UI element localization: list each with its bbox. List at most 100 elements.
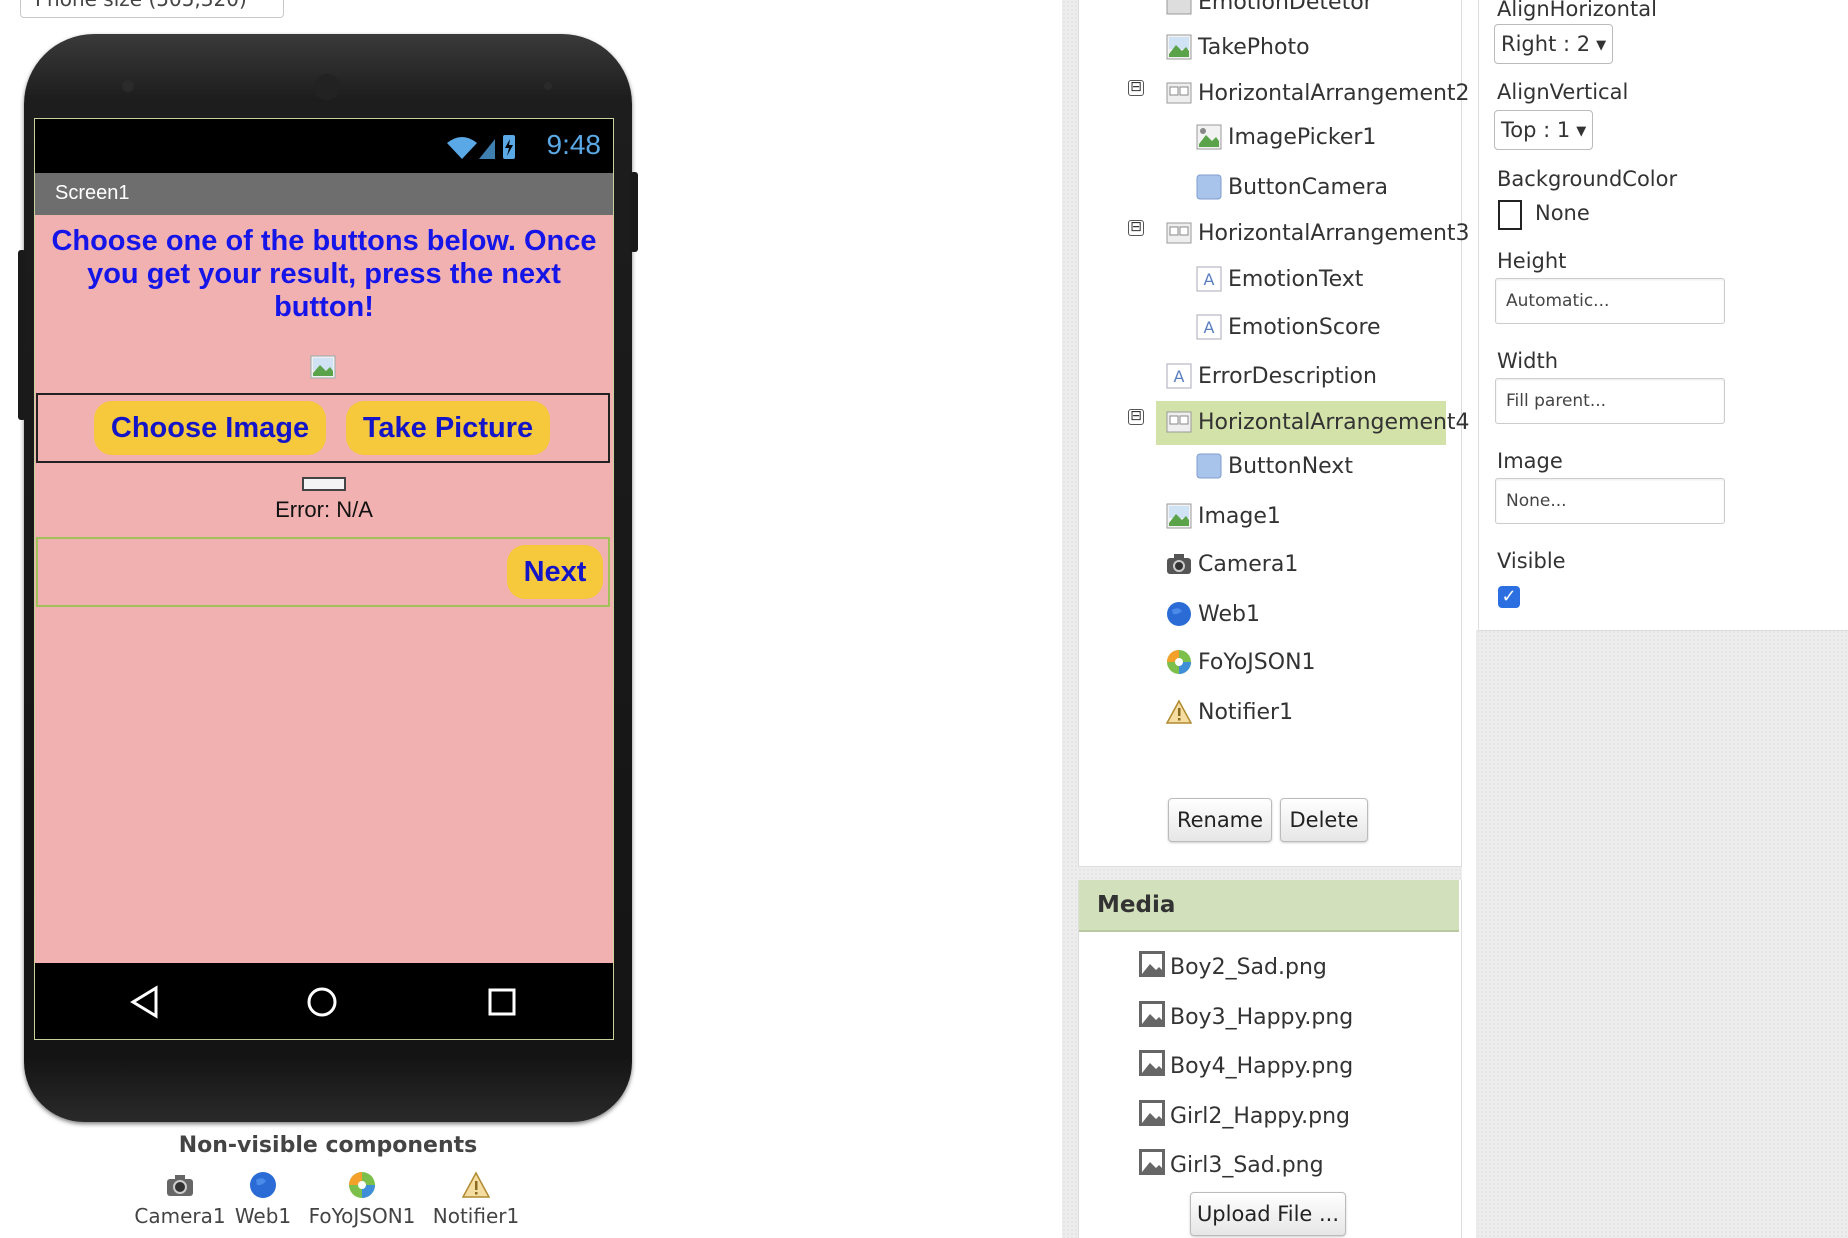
tree-item-buttoncamera[interactable]: ButtonCamera [1196, 171, 1388, 205]
chevron-down-icon: ▼ [1576, 124, 1587, 139]
back-icon[interactable] [129, 985, 161, 1019]
media-header: Media [1079, 880, 1459, 932]
globe-icon [1167, 602, 1191, 626]
choose-image-button[interactable]: Choose Image [94, 401, 326, 455]
picture-file-icon [1139, 1050, 1165, 1076]
camera-icon [1167, 554, 1191, 574]
color-swatch[interactable] [1498, 200, 1522, 230]
label-icon: A [1196, 266, 1222, 292]
app-canvas: Choose one of the buttons below. Once yo… [35, 215, 613, 963]
home-icon[interactable] [305, 985, 339, 1019]
svg-text:A: A [1204, 270, 1215, 289]
media-file-name: Girl3_Sad.png [1170, 1153, 1324, 1178]
media-file-item[interactable]: Boy2_Sad.png [1138, 950, 1327, 980]
tree-item-label: ImagePicker1 [1228, 125, 1377, 150]
extension-icon [1167, 650, 1191, 674]
collapse-toggle-ha4[interactable]: ⊟ [1128, 409, 1144, 425]
tree-item-horizontalarrangement2[interactable]: HorizontalArrangement2 [1166, 77, 1470, 111]
extension-icon [349, 1172, 375, 1198]
height-label: Height [1497, 249, 1567, 273]
panel-gutter-right [1476, 630, 1848, 1238]
width-label: Width [1497, 349, 1559, 373]
tree-item-imagepicker1[interactable]: ImagePicker1 [1196, 121, 1376, 155]
tree-item-label: ButtonCamera [1228, 175, 1389, 200]
media-file-item[interactable]: Boy4_Happy.png [1138, 1049, 1353, 1079]
device-size-select[interactable]: Phone size (505,320) [20, 0, 284, 18]
tree-item-label: HorizontalArrangement4 [1198, 410, 1470, 435]
collapse-toggle-ha2[interactable]: ⊟ [1128, 80, 1144, 96]
media-file-item[interactable]: Girl3_Sad.png [1138, 1148, 1324, 1178]
tree-item-emotionscore[interactable]: A EmotionScore [1196, 311, 1381, 345]
background-color-value[interactable]: None [1535, 201, 1590, 225]
nv-foyojson-label: FoYoJSON1 [308, 1204, 416, 1228]
screen-title-bar: Screen1 [35, 173, 613, 215]
horizontal-arrangement-next[interactable]: Next [36, 537, 610, 607]
nv-web[interactable]: Web1 [228, 1170, 298, 1228]
label-icon: A [1196, 314, 1222, 340]
chevron-down-icon: ▼ [1596, 38, 1607, 53]
image-placeholder-icon [310, 355, 336, 379]
align-horizontal-dropdown[interactable]: Right : 2 ▼ [1494, 24, 1614, 64]
tree-item-camera1[interactable]: Camera1 [1166, 548, 1298, 582]
tree-item-horizontalarrangement4[interactable]: HorizontalArrangement4 [1166, 406, 1470, 440]
button-icon [1196, 453, 1222, 479]
tree-item-label: TakePhoto [1198, 35, 1310, 60]
image-icon [1166, 34, 1192, 60]
tree-item-foyojson1[interactable]: FoYoJSON1 [1166, 646, 1316, 680]
tree-item-emotiontext[interactable]: A EmotionText [1196, 263, 1363, 297]
media-file-item[interactable]: Boy3_Happy.png [1138, 1000, 1353, 1030]
tree-item-image1[interactable]: Image1 [1166, 500, 1281, 534]
status-bar: 9:48 [35, 119, 613, 173]
tree-item-takephoto[interactable]: TakePhoto [1166, 31, 1310, 65]
component-icon [1166, 0, 1192, 15]
media-file-item[interactable]: Girl2_Happy.png [1138, 1099, 1350, 1129]
align-vertical-label: AlignVertical [1497, 80, 1629, 104]
phone-volume-button [18, 250, 26, 420]
nv-foyojson[interactable]: FoYoJSON1 [300, 1170, 424, 1228]
upload-file-button[interactable]: Upload File ... [1190, 1192, 1346, 1236]
width-field[interactable]: Fill parent... [1495, 378, 1725, 424]
align-vertical-dropdown[interactable]: Top : 1 ▼ [1494, 110, 1594, 150]
tree-item-buttonnext[interactable]: ButtonNext [1196, 450, 1353, 484]
horizontal-arrangement-buttons[interactable]: Choose Image Take Picture [36, 393, 610, 463]
emotion-text-box[interactable] [302, 477, 346, 491]
nv-notifier-label: Notifier1 [432, 1204, 520, 1228]
tree-item-web1[interactable]: Web1 [1166, 598, 1260, 632]
tree-item-errordescription[interactable]: A ErrorDescription [1166, 360, 1377, 394]
svg-text:A: A [1174, 367, 1185, 386]
globe-icon [250, 1172, 276, 1198]
nv-camera[interactable]: Camera1 [134, 1170, 226, 1228]
media-file-name: Boy2_Sad.png [1170, 955, 1327, 980]
signal-icons [447, 135, 515, 159]
phone-power-button [630, 172, 638, 252]
tree-item-label: EmotionScore [1228, 315, 1381, 340]
phone-camera [314, 74, 340, 100]
align-horizontal-label: AlignHorizontal [1497, 0, 1657, 21]
phone-sensor [122, 80, 134, 92]
rename-button[interactable]: Rename [1168, 798, 1272, 842]
recents-icon[interactable] [487, 987, 517, 1017]
tree-item-notifier1[interactable]: Notifier1 [1166, 696, 1293, 730]
image-picker-icon [1196, 124, 1222, 150]
media-title: Media [1097, 892, 1176, 918]
collapse-toggle-ha3[interactable]: ⊟ [1128, 220, 1144, 236]
nv-notifier[interactable]: Notifier1 [428, 1170, 524, 1228]
phone-sensor-2 [544, 82, 552, 90]
tree-item-label: HorizontalArrangement3 [1198, 221, 1470, 246]
visible-checkbox[interactable]: ✓ [1498, 586, 1520, 608]
non-visible-title: Non-visible components [178, 1133, 478, 1158]
tree-item-label: Image1 [1198, 504, 1281, 529]
height-field[interactable]: Automatic... [1495, 278, 1725, 324]
visible-label: Visible [1497, 549, 1566, 573]
image-field[interactable]: None... [1495, 478, 1725, 524]
next-button[interactable]: Next [507, 545, 603, 599]
warning-icon [1166, 699, 1192, 724]
tree-item-label: Camera1 [1198, 552, 1299, 577]
android-nav-bar [35, 963, 613, 1039]
delete-button[interactable]: Delete [1280, 798, 1368, 842]
tree-item-horizontalarrangement3[interactable]: HorizontalArrangement3 [1166, 217, 1470, 251]
media-file-name: Boy3_Happy.png [1170, 1005, 1354, 1030]
take-picture-button[interactable]: Take Picture [346, 401, 550, 455]
tree-item-label: EmotionText [1228, 267, 1364, 292]
tree-item-emotiondetetor[interactable]: EmotionDetetor [1166, 0, 1373, 20]
